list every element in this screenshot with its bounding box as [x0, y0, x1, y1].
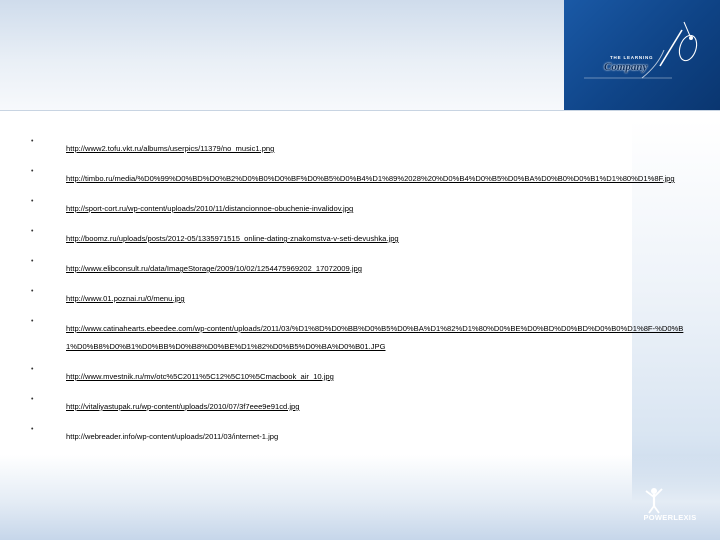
list-item: • http://sport-cort.ru/wp-content/upload… [28, 198, 688, 216]
header-divider [0, 110, 720, 111]
link[interactable]: http://www.elibconsult.ru/data/ImageStor… [66, 264, 362, 273]
bullet-icon: • [31, 426, 34, 433]
company-logo: THE LEARNING Company [564, 0, 720, 110]
link[interactable]: http://www.mvestnik.ru/mv/otc%5C2011%5C1… [66, 372, 334, 381]
list-item: • http://www.catinahearts.ebeedee.com/wp… [28, 318, 688, 354]
bullet-icon: • [31, 396, 34, 403]
list-item: • http://www.mvestnik.ru/mv/otc%5C2011%5… [28, 366, 688, 384]
list-item: • http://www.elibconsult.ru/data/ImageSt… [28, 258, 688, 276]
link[interactable]: http://sport-cort.ru/wp-content/uploads/… [66, 204, 353, 213]
bullet-icon: • [31, 228, 34, 235]
list-item: • http://vitaliyastupak.ru/wp-content/up… [28, 396, 688, 414]
link[interactable]: http://timbo.ru/media/%D0%99%D0%BD%D0%B2… [66, 174, 675, 183]
link[interactable]: http://www.01.poznai.ru/0/menu.jpg [66, 294, 185, 303]
link[interactable]: http://www2.tofu.vkt.ru/albums/userpics/… [66, 144, 274, 153]
link[interactable]: http://webreader.info/wp-content/uploads… [66, 432, 278, 441]
list-item: • http://boomz.ru/uploads/posts/2012-05/… [28, 228, 688, 246]
powerlexis-name: POWERLEXIS [643, 513, 697, 522]
bullet-icon: • [31, 198, 34, 205]
list-item: • http://www2.tofu.vkt.ru/albums/userpic… [28, 138, 688, 156]
bullet-icon: • [31, 288, 34, 295]
bullet-icon: • [31, 366, 34, 373]
slide: THE LEARNING Company POWERLEXIS • http:/… [0, 0, 720, 540]
footer-band [0, 455, 720, 540]
link-list: • http://www2.tofu.vkt.ru/albums/userpic… [28, 138, 688, 444]
list-item: • http://webreader.info/wp-content/uploa… [28, 426, 688, 444]
logo-tagline: THE LEARNING [610, 55, 654, 60]
link[interactable]: http://vitaliyastupak.ru/wp-content/uplo… [66, 402, 299, 411]
bullet-icon: • [31, 138, 34, 145]
list-item: • http://www.01.poznai.ru/0/menu.jpg [28, 288, 688, 306]
bullet-icon: • [31, 168, 34, 175]
link[interactable]: http://boomz.ru/uploads/posts/2012-05/13… [66, 234, 399, 243]
figure-raising-arms-icon [645, 488, 663, 514]
bullet-icon: • [31, 318, 34, 325]
list-item: • http://timbo.ru/media/%D0%99%D0%BD%D0%… [28, 168, 688, 186]
bullet-icon: • [31, 258, 34, 265]
logo-name: Company [604, 61, 648, 73]
link[interactable]: http://www.catinahearts.ebeedee.com/wp-c… [66, 324, 683, 351]
powerlexis-logo: POWERLEXIS [628, 484, 712, 528]
